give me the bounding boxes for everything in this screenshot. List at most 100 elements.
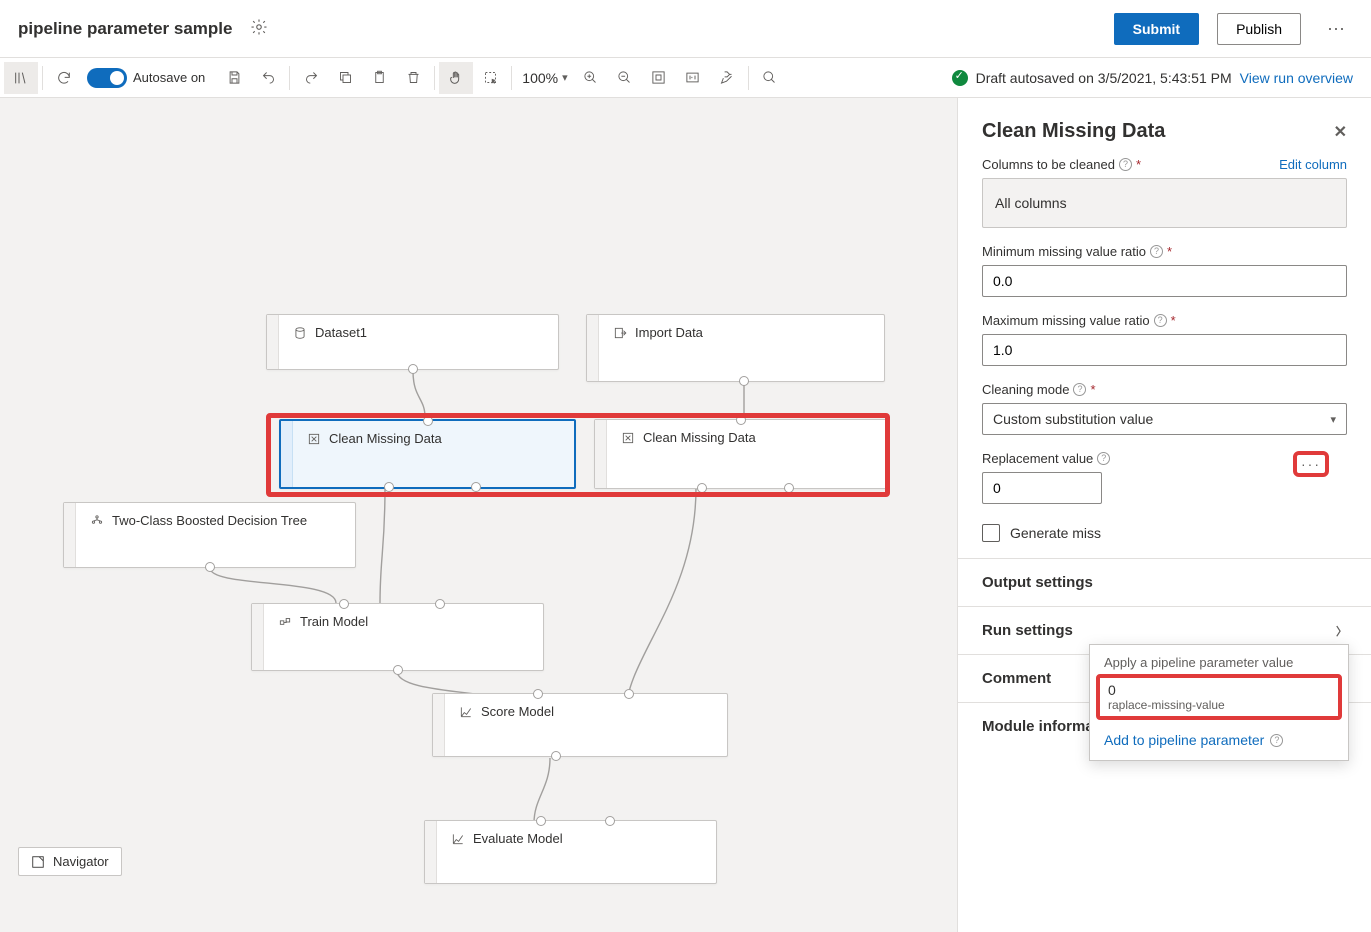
refresh-button[interactable]: [47, 62, 81, 94]
import-icon: [613, 326, 627, 340]
undo-icon: [261, 70, 276, 85]
node-label: Train Model: [300, 614, 368, 629]
dataset-icon: [293, 326, 307, 340]
popup-item-name: raplace-missing-value: [1108, 698, 1330, 712]
gear-icon: [250, 18, 268, 36]
train-icon: [278, 615, 292, 629]
view-run-link[interactable]: View run overview: [1240, 70, 1353, 86]
search-button[interactable]: [753, 62, 787, 94]
node-boosted-tree[interactable]: Two-Class Boosted Decision Tree: [63, 502, 356, 568]
refresh-icon: [56, 70, 72, 86]
node-label: Dataset1: [315, 325, 367, 340]
publish-button[interactable]: Publish: [1217, 13, 1301, 45]
node-label: Score Model: [481, 704, 554, 719]
delete-button[interactable]: [396, 62, 430, 94]
output-settings-section[interactable]: Output settings: [958, 558, 1371, 606]
popup-item-value: 0: [1108, 682, 1330, 698]
status-text: Draft autosaved on 3/5/2021, 5:43:51 PM: [976, 70, 1232, 86]
select-icon: [483, 70, 498, 85]
tree-icon: [90, 514, 104, 528]
maxratio-input[interactable]: [982, 334, 1347, 366]
clean-icon: [621, 431, 635, 445]
generate-label: Generate miss: [1010, 525, 1101, 541]
popup-add-label: Add to pipeline parameter: [1104, 732, 1264, 748]
success-icon: [952, 70, 968, 86]
undo-button[interactable]: [251, 62, 285, 94]
mode-value: Custom substitution value: [993, 411, 1153, 427]
trash-icon: [406, 70, 421, 85]
replacement-input[interactable]: [982, 472, 1102, 504]
autosave-toggle[interactable]: [87, 68, 127, 88]
select-button[interactable]: [473, 62, 507, 94]
search-icon: [762, 70, 777, 85]
node-import-data[interactable]: Import Data: [586, 314, 885, 382]
canvas[interactable]: Dataset1 Import Data Clean Missing Data: [0, 98, 957, 932]
node-label: Evaluate Model: [473, 831, 563, 846]
pipeline-title: pipeline parameter sample: [18, 19, 232, 39]
popup-parameter-item[interactable]: 0 raplace-missing-value: [1096, 674, 1342, 720]
info-icon[interactable]: ?: [1073, 383, 1086, 396]
node-train-model[interactable]: Train Model: [251, 603, 544, 671]
info-icon[interactable]: ?: [1154, 314, 1167, 327]
paste-button[interactable]: [362, 62, 396, 94]
status-bar: Draft autosaved on 3/5/2021, 5:43:51 PM …: [952, 70, 1367, 86]
zoom-in-icon: [583, 70, 598, 85]
popup-add-link[interactable]: Add to pipeline parameter ?: [1090, 720, 1348, 760]
zoom-out-button[interactable]: [608, 62, 642, 94]
columns-value[interactable]: All columns: [982, 178, 1347, 228]
main-area: Dataset1 Import Data Clean Missing Data: [0, 98, 1371, 932]
zoom-out-icon: [617, 70, 632, 85]
edit-column-link[interactable]: Edit column: [1279, 157, 1347, 172]
node-label: Two-Class Boosted Decision Tree: [112, 513, 307, 528]
navigator-button[interactable]: Navigator: [18, 847, 122, 876]
node-score-model[interactable]: Score Model: [432, 693, 728, 757]
close-panel-button[interactable]: ✕: [1334, 122, 1347, 142]
asset-library-button[interactable]: [4, 62, 38, 94]
replacement-more-button[interactable]: ···: [1293, 451, 1329, 477]
copy-button[interactable]: [328, 62, 362, 94]
save-icon: [227, 70, 242, 85]
submit-button[interactable]: Submit: [1114, 13, 1199, 45]
generate-checkbox[interactable]: [982, 524, 1000, 542]
fit-button[interactable]: [642, 62, 676, 94]
node-label: Import Data: [635, 325, 703, 340]
properties-panel: Clean Missing Data ✕ Columns to be clean…: [957, 98, 1371, 932]
clipboard-icon: [372, 70, 387, 85]
node-clean-missing-data-1[interactable]: Clean Missing Data: [279, 419, 576, 489]
header-bar: pipeline parameter sample Submit Publish…: [0, 0, 1371, 58]
zoom-in-button[interactable]: [574, 62, 608, 94]
maxratio-label: Maximum missing value ratio: [982, 313, 1150, 328]
mode-select[interactable]: Custom substitution value ▾: [982, 403, 1347, 435]
save-button[interactable]: [217, 62, 251, 94]
copy-icon: [338, 70, 353, 85]
panel-title: Clean Missing Data: [982, 120, 1165, 143]
chevron-down-icon: ▾: [562, 71, 568, 84]
autosave-label: Autosave on: [133, 70, 205, 85]
pan-button[interactable]: [439, 62, 473, 94]
output-settings-label: Output settings: [982, 574, 1093, 591]
minratio-input[interactable]: [982, 265, 1347, 297]
redo-button[interactable]: [294, 62, 328, 94]
info-icon[interactable]: ?: [1097, 452, 1110, 465]
minratio-label: Minimum missing value ratio: [982, 244, 1146, 259]
columns-label: Columns to be cleaned: [982, 157, 1115, 172]
run-settings-label: Run settings: [982, 622, 1073, 639]
autolayout-button[interactable]: [710, 62, 744, 94]
more-actions-button[interactable]: ···: [1319, 18, 1353, 39]
lightning-icon: [719, 70, 734, 85]
redo-icon: [304, 70, 319, 85]
actual-size-button[interactable]: [676, 62, 710, 94]
info-icon[interactable]: ?: [1150, 245, 1163, 258]
info-icon[interactable]: ?: [1119, 158, 1132, 171]
navigator-icon: [31, 855, 45, 869]
node-clean-missing-data-2[interactable]: Clean Missing Data: [594, 419, 887, 489]
node-evaluate-model[interactable]: Evaluate Model: [424, 820, 717, 884]
chevron-right-icon: 〉: [1336, 623, 1347, 639]
evaluate-icon: [451, 832, 465, 846]
info-icon[interactable]: ?: [1270, 734, 1283, 747]
popup-header: Apply a pipeline parameter value: [1090, 645, 1348, 674]
zoom-dropdown[interactable]: 100% ▾: [516, 70, 573, 86]
settings-button[interactable]: [250, 18, 268, 39]
clean-icon: [307, 432, 321, 446]
node-dataset1[interactable]: Dataset1: [266, 314, 559, 370]
